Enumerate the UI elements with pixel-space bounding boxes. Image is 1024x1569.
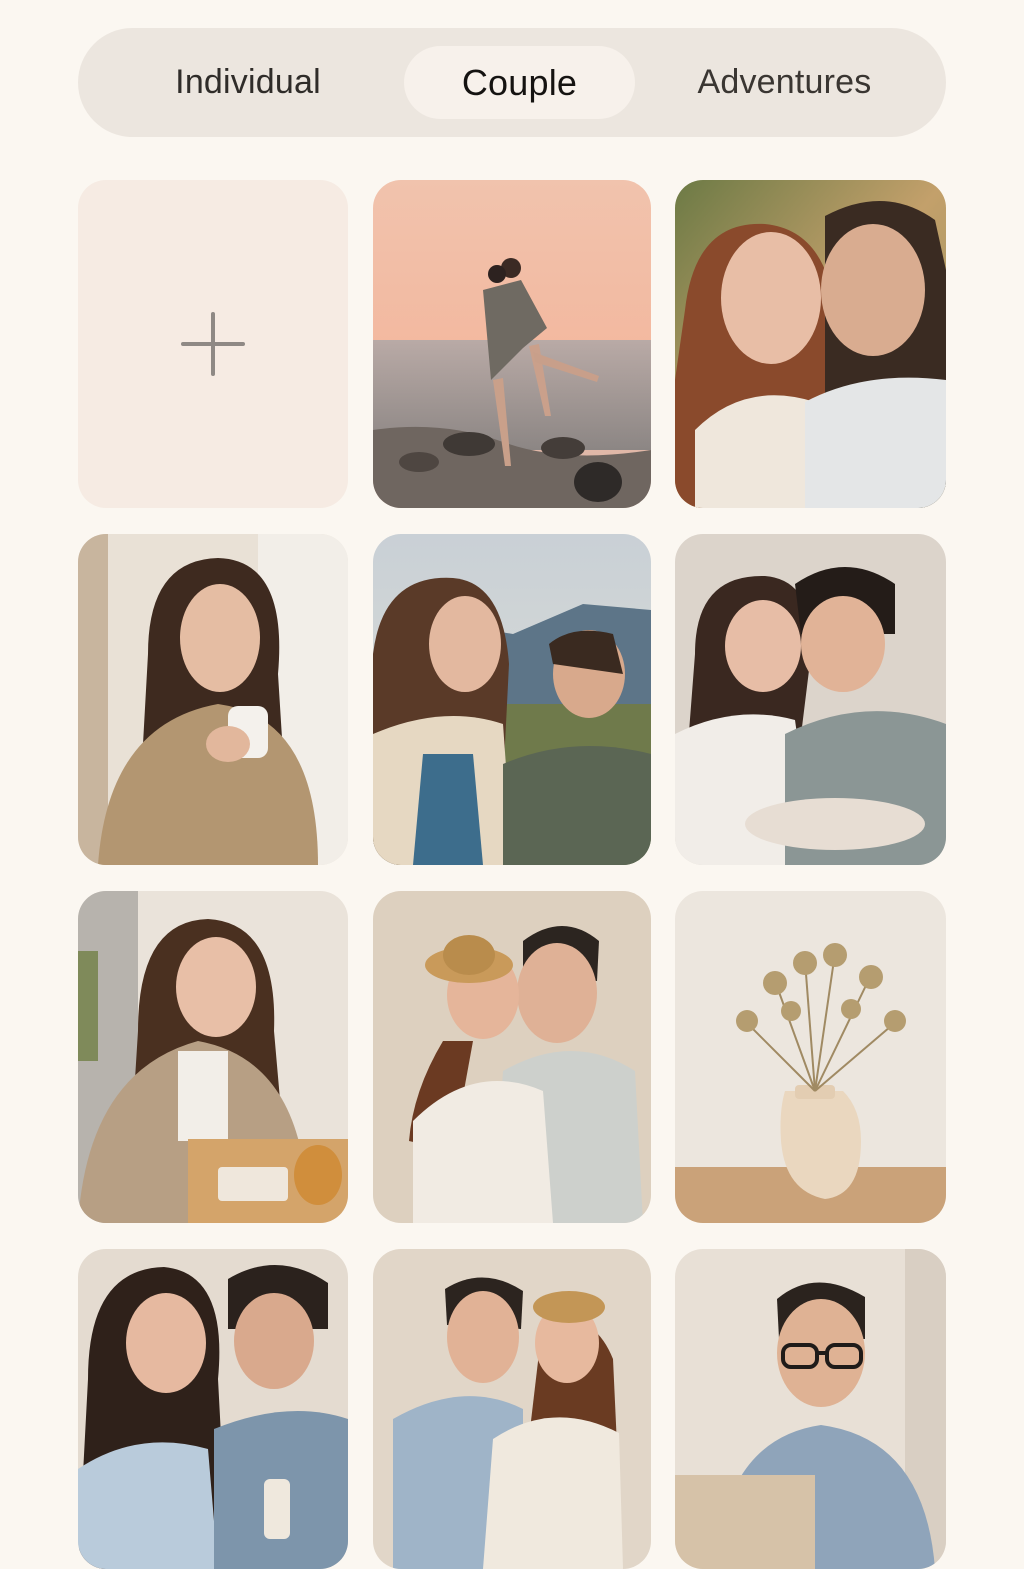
photo-couple-smiling-at-table[interactable] bbox=[78, 1249, 348, 1569]
photo-woman-with-coffee[interactable] bbox=[78, 534, 348, 865]
photo-dried-flowers-vase[interactable] bbox=[675, 891, 946, 1223]
photo-couple-foreheads-touching[interactable] bbox=[675, 534, 946, 865]
photo-couple-hugging-hat[interactable] bbox=[373, 1249, 651, 1569]
tab-individual[interactable]: Individual bbox=[138, 46, 358, 119]
tab-adventures[interactable]: Adventures bbox=[668, 46, 901, 119]
tab-couple[interactable]: Couple bbox=[404, 46, 635, 119]
photo-couple-embracing-straw-hat[interactable] bbox=[373, 891, 651, 1223]
add-photo-button[interactable] bbox=[78, 180, 348, 508]
photo-couple-cheek-kiss[interactable] bbox=[675, 180, 946, 508]
plus-icon bbox=[181, 312, 245, 376]
photo-couple-seaside-sunset[interactable] bbox=[373, 180, 651, 508]
photo-couple-hillside[interactable] bbox=[373, 534, 651, 865]
photo-man-with-laptop[interactable] bbox=[675, 1249, 946, 1569]
category-tabs: Individual Couple Adventures bbox=[78, 28, 946, 137]
photo-woman-laughing-at-table[interactable] bbox=[78, 891, 348, 1223]
